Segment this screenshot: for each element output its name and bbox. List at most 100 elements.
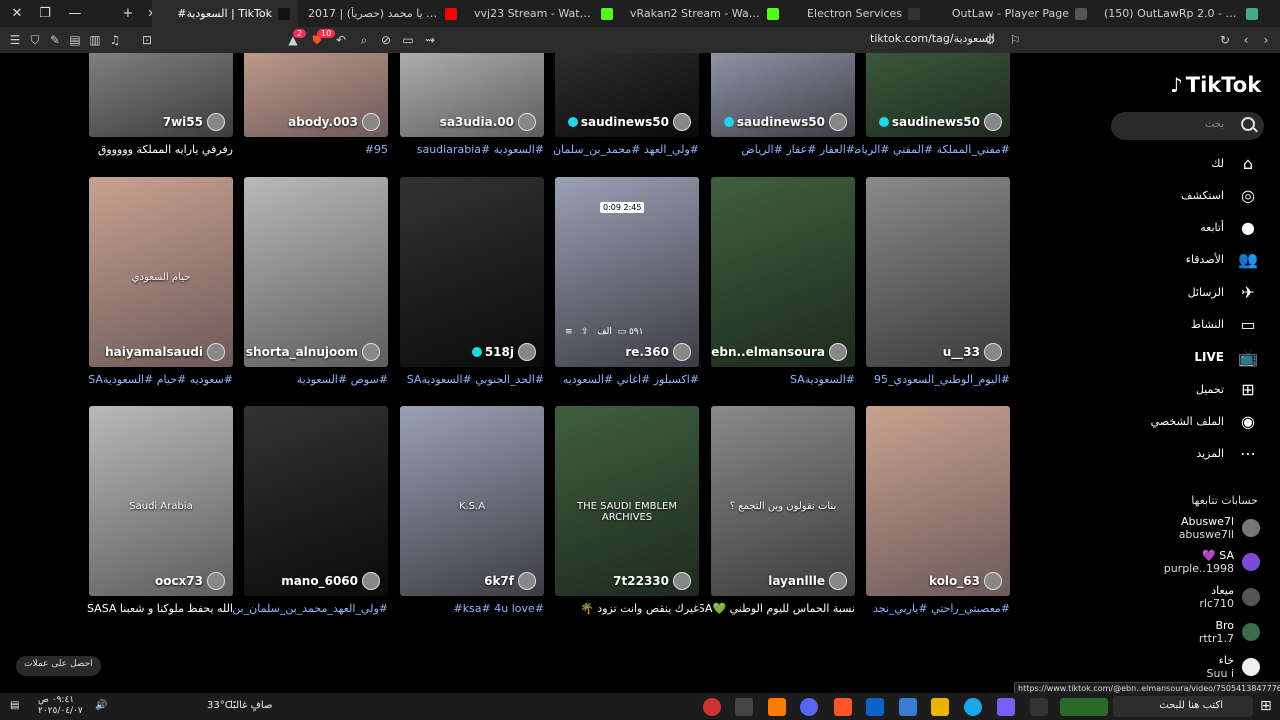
video-username[interactable]: kolo_63 bbox=[929, 572, 1002, 590]
video-caption[interactable]: #مفتي_المملكة #المفتي #الرياض bbox=[855, 143, 1010, 156]
nav-item-upload[interactable]: تحميل ⊞ bbox=[1118, 379, 1258, 399]
video-caption[interactable]: #العقار #عقار #الرياض bbox=[700, 143, 855, 156]
caption-hashtags[interactable]: #95 bbox=[365, 143, 388, 156]
browser-tab[interactable]: Electron Services bbox=[788, 0, 928, 27]
video-username[interactable]: 7t22330 bbox=[613, 572, 691, 590]
video-thumbnail[interactable]: saudinews50 bbox=[866, 53, 1010, 137]
video-thumbnail[interactable]: saudinews50 bbox=[711, 53, 855, 137]
video-username[interactable]: 7wi55 bbox=[163, 113, 225, 131]
following-account[interactable]: Abuswe7l abuswe7ll bbox=[1138, 515, 1268, 545]
video-thumbnail[interactable]: حيام السعودي haiyamalsaudi bbox=[89, 177, 233, 367]
video-caption[interactable]: #معصبتي_راحتي #ياربي_نجد bbox=[855, 602, 1010, 615]
nav-item-home[interactable]: لك ⌂ bbox=[1118, 153, 1258, 173]
avatar[interactable] bbox=[207, 113, 225, 131]
speaker-icon[interactable]: 🔊 bbox=[95, 700, 107, 711]
nav-item-live[interactable]: LIVE 📺 bbox=[1118, 347, 1258, 367]
video-caption[interactable]: #السعوديةSA bbox=[700, 373, 855, 386]
avatar[interactable] bbox=[673, 572, 691, 590]
weather-temp[interactable]: 33°C bbox=[207, 700, 232, 711]
video-thumbnail[interactable]: kolo_63 bbox=[866, 406, 1010, 596]
video-thumbnail[interactable]: saudinews50 bbox=[555, 53, 699, 137]
avatar[interactable] bbox=[984, 572, 1002, 590]
video-username[interactable]: 6k7f bbox=[484, 572, 536, 590]
close-window-icon[interactable]: ✕ bbox=[2, 0, 32, 27]
video-caption[interactable]: رفرفي يارايه المملكة وووووق bbox=[78, 143, 233, 156]
caption-hashtags[interactable]: #ولي_العهد #محمد_بن_سلمان bbox=[553, 143, 699, 156]
avatar[interactable] bbox=[984, 113, 1002, 131]
caption-hashtags[interactable]: #السعوديةSA bbox=[790, 373, 855, 386]
following-account[interactable]: Bro rttr1.7 bbox=[1138, 619, 1268, 649]
avatar[interactable] bbox=[673, 343, 691, 361]
video-caption[interactable]: #ولي_العهد #محمد_بن_سلمان bbox=[544, 143, 699, 156]
brave-shield-icon[interactable]: ⛊ 10 bbox=[307, 27, 336, 53]
windows-start-icon[interactable]: ⊞ bbox=[1260, 698, 1272, 714]
video-caption[interactable]: #اكسبلور #اغاني #السعوديه bbox=[544, 373, 699, 386]
extension-icon[interactable]: ⇝ bbox=[420, 27, 440, 53]
video-caption[interactable]: #95 bbox=[233, 143, 388, 156]
video-username[interactable]: u__33 bbox=[943, 343, 1002, 361]
browser-tab[interactable]: (150) OutLawRp 2.0 - Live Console bbox=[1096, 0, 1266, 27]
browser-tab[interactable]: راشد الماجد - يا محمد (حصرياً) | 2017 bbox=[300, 0, 465, 27]
avatar[interactable] bbox=[673, 113, 691, 131]
app-icon-3[interactable] bbox=[768, 698, 786, 716]
nav-item-compass[interactable]: استكشف ◎ bbox=[1118, 185, 1258, 205]
menu-icon[interactable]: ≡ bbox=[565, 327, 573, 337]
video-username[interactable]: saudinews50 bbox=[878, 113, 1002, 131]
video-thumbnail[interactable]: 0:09 2:45 ≡ ⇪ ٥٩١ ▭ الف re.360 bbox=[555, 177, 699, 367]
video-thumbnail[interactable]: abody.003 bbox=[244, 53, 388, 137]
video-caption[interactable]: #سوص #السعودية bbox=[233, 373, 388, 386]
video-username[interactable]: saudinews50 bbox=[723, 113, 847, 131]
sidebar-icon[interactable]: ▥ bbox=[85, 27, 105, 53]
video-username[interactable]: oocx73 bbox=[155, 572, 225, 590]
caption-hashtags[interactable]: #اكسبلور #اغاني #السعوديه bbox=[563, 373, 699, 386]
app-icon-4[interactable] bbox=[997, 698, 1015, 716]
undo-icon[interactable]: ↶ bbox=[331, 27, 351, 53]
bookmark-icon[interactable]: ⚐ bbox=[1005, 27, 1025, 53]
video-caption[interactable]: #اليوم_الوطني_السعودي_95 bbox=[855, 373, 1010, 386]
caption-hashtags[interactable]: #سوص #السعودية bbox=[297, 373, 388, 386]
video-caption[interactable]: #ولي_العهد_محمد_بن_سلمان_بن bbox=[233, 602, 388, 615]
video-thumbnail[interactable]: ebn..elmansoura bbox=[711, 177, 855, 367]
brave-icon[interactable] bbox=[834, 698, 852, 716]
video-thumbnail[interactable]: Saudi Arabia oocx73 bbox=[89, 406, 233, 596]
get-coins-button[interactable]: احصل على عملات bbox=[16, 656, 101, 676]
avatar[interactable] bbox=[518, 113, 536, 131]
reload-icon[interactable]: ↻ bbox=[1215, 27, 1235, 53]
translate-icon[interactable]: ⊘ bbox=[376, 27, 396, 53]
video-username[interactable]: abody.003 bbox=[288, 113, 380, 131]
avatar[interactable] bbox=[1242, 588, 1260, 606]
taskbar-search[interactable]: اكتب هنا للبحث bbox=[1113, 696, 1253, 717]
toucan-widget[interactable] bbox=[1060, 698, 1108, 716]
nav-item-messages[interactable]: الرسائل ✈ bbox=[1118, 282, 1258, 302]
caption-hashtags[interactable]: #الحد_الجنوبي #السعوديةSA bbox=[407, 373, 544, 386]
caption-hashtags[interactable]: #معصبتي_راحتي #ياربي_نجد bbox=[873, 602, 1010, 615]
site-settings-icon[interactable]: ⚙ bbox=[980, 27, 1000, 53]
caption-hashtags[interactable]: #مفتي_المملكة #المفتي #الرياض bbox=[855, 143, 1010, 156]
nav-item-friends[interactable]: الأصدقاء 👥 bbox=[1118, 249, 1258, 269]
tiktok-logo[interactable]: ♪ TikTok bbox=[1170, 73, 1261, 97]
video-username[interactable]: sa3udia.00 bbox=[440, 113, 536, 131]
minimize-window-icon[interactable]: — bbox=[60, 0, 90, 27]
nav-item-activity[interactable]: النشاط ▭ bbox=[1118, 314, 1258, 334]
discord-icon[interactable] bbox=[800, 698, 818, 716]
app-icon-2[interactable] bbox=[735, 698, 753, 716]
search-icon[interactable] bbox=[1241, 117, 1255, 131]
browser-tab[interactable]: OutLaw - Player Page bbox=[930, 0, 1095, 27]
browser-tab[interactable]: #السعودية | TikTok bbox=[152, 0, 298, 27]
back-icon[interactable]: ‹ bbox=[1236, 27, 1256, 53]
caption-hashtags[interactable]: #ksa# 4u love# bbox=[453, 602, 544, 615]
music-icon[interactable]: ♫ bbox=[105, 27, 125, 53]
video-username[interactable]: haiyamalsaudi bbox=[105, 343, 225, 361]
app-icon-1[interactable] bbox=[703, 698, 721, 716]
avatar[interactable] bbox=[518, 572, 536, 590]
avatar[interactable] bbox=[1242, 658, 1260, 676]
comment-icon[interactable]: ▭ bbox=[618, 327, 627, 337]
video-username[interactable]: ebn..elmansoura bbox=[711, 343, 847, 361]
avatar[interactable] bbox=[984, 343, 1002, 361]
nav-item-following-avatar[interactable]: أتابعه ● bbox=[1118, 217, 1258, 237]
video-caption[interactable]: #ksa# 4u love# bbox=[389, 602, 544, 615]
file-explorer-icon[interactable] bbox=[931, 698, 949, 716]
screenshot-icon[interactable]: ⊡ bbox=[137, 27, 157, 53]
video-caption[interactable]: #السعودية #saudiarabia bbox=[389, 143, 544, 156]
caption-hashtags[interactable]: #سعوديه #حيام #السعوديةSA bbox=[88, 373, 233, 386]
